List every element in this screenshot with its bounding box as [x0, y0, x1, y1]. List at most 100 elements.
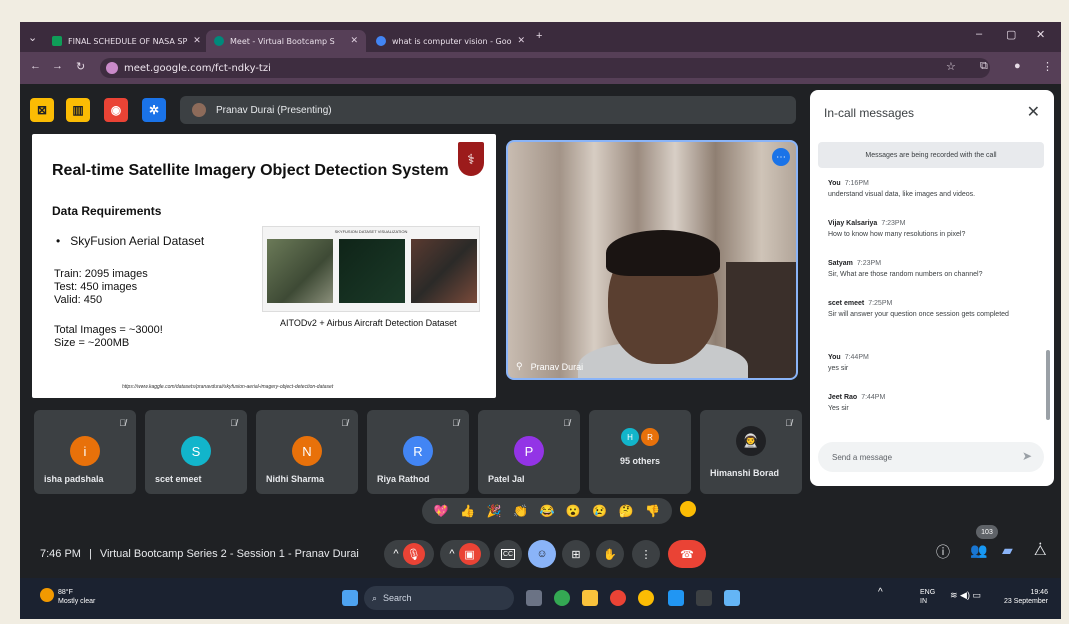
more-options-button[interactable]: ⋮: [632, 540, 660, 568]
tab-search-icon[interactable]: ⌄: [28, 31, 37, 44]
close-panel-icon[interactable]: ✕: [1027, 102, 1040, 122]
extensions-icon[interactable]: ⧉: [980, 60, 988, 73]
record-icon[interactable]: ◉: [104, 98, 128, 122]
notepad-icon[interactable]: [724, 590, 740, 606]
clock-time: 19:46: [1030, 589, 1048, 596]
message-text: Sir will answer your question once sessi…: [828, 311, 1009, 318]
presenter-bar[interactable]: Pranav Durai (Presenting): [180, 96, 796, 124]
captions-button[interactable]: CC: [494, 540, 522, 568]
address-bar-row: ← → ↻ meet.google.com/fct-ndky-tzi ☆ ⧉ ●…: [20, 52, 1061, 84]
activities-icon[interactable]: ⧊: [1034, 542, 1047, 559]
pin-icon: ⚲: [516, 361, 523, 371]
back-icon[interactable]: ←: [30, 60, 41, 72]
stop-presenting-icon[interactable]: ⊠: [30, 98, 54, 122]
meeting-details-icon[interactable]: ⓘ: [936, 542, 950, 562]
speaker-video-tile[interactable]: ⋯ ⚲ Pranav Durai: [506, 140, 798, 380]
participant-tile[interactable]: 🎙̸ i isha padshala: [34, 410, 136, 494]
reaction-thumbs-up[interactable]: 👍: [460, 504, 475, 518]
send-icon[interactable]: ➤: [1022, 449, 1032, 463]
mic-toggle-button[interactable]: ^ 🎙: [384, 540, 434, 568]
meet-icon: [214, 36, 224, 46]
vscode-icon[interactable]: [668, 590, 684, 606]
menu-icon[interactable]: ⋮: [1042, 60, 1053, 73]
reaction-clap[interactable]: 👏: [513, 504, 528, 518]
close-tab-icon[interactable]: ✕: [193, 36, 201, 46]
participant-tile[interactable]: 🎙̸ R Riya Rathod: [367, 410, 469, 494]
reaction-heart[interactable]: 💖: [434, 504, 449, 518]
message-text: yes sir: [828, 365, 849, 372]
camera-toggle-button[interactable]: ^ ▣: [440, 540, 490, 568]
chat-icon[interactable]: ▰: [1002, 542, 1013, 559]
language-indicator[interactable]: ENG IN: [920, 588, 935, 606]
participant-tile[interactable]: 🎙̸ 👨‍🚀 Himanshi Borad: [700, 410, 802, 494]
sender: You: [828, 180, 841, 187]
tile-options-icon[interactable]: ⋯: [772, 148, 790, 166]
chat-scrollbar[interactable]: [1046, 350, 1050, 420]
terminal-icon[interactable]: [696, 590, 712, 606]
network-volume-battery-icons[interactable]: ≋ ◀) ▭: [950, 591, 981, 600]
chrome-profile-icon[interactable]: [610, 590, 626, 606]
file-explorer-icon[interactable]: [582, 590, 598, 606]
participant-avatar: i: [70, 436, 100, 466]
slide-bullet: • SkyFusion Aerial Dataset: [56, 234, 205, 248]
camera-off-icon: ▣: [458, 543, 481, 565]
chevron-up-icon[interactable]: ^: [449, 548, 454, 560]
minimize-icon[interactable]: –: [976, 28, 982, 40]
chat-message: Satyam 7:23PM Sir, What are those random …: [828, 258, 1038, 280]
close-tab-icon[interactable]: ✕: [350, 36, 358, 46]
reaction-thinking[interactable]: 🤔: [619, 504, 634, 518]
leave-call-button[interactable]: ☎: [668, 540, 706, 568]
tab-meet[interactable]: Meet - Virtual Bootcamp S ✕: [206, 30, 366, 52]
chevron-up-icon[interactable]: ^: [393, 548, 398, 560]
reaction-party[interactable]: 🎉: [487, 504, 502, 518]
url-field[interactable]: meet.google.com/fct-ndky-tzi: [100, 58, 990, 78]
browser-tab-bar: ⌄ FINAL SCHEDULE OF NASA SP ✕ Meet - Vir…: [20, 22, 1061, 52]
new-tab-button[interactable]: +: [536, 30, 542, 42]
reaction-thumbs-down[interactable]: 👎: [645, 504, 660, 518]
task-view-icon[interactable]: [526, 590, 542, 606]
chrome-icon[interactable]: [554, 590, 570, 606]
chrome-active-icon[interactable]: [638, 590, 654, 606]
others-tile[interactable]: H R 95 others: [589, 410, 691, 494]
timestamp: 7:23PM: [881, 220, 906, 227]
windows-start-icon[interactable]: [342, 590, 358, 606]
message-text: Sir, What are those random numbers on ch…: [828, 271, 983, 278]
tab-google[interactable]: what is computer vision - Goo ✕: [368, 30, 528, 52]
reaction-sad[interactable]: 😢: [592, 504, 607, 518]
tab-sheets[interactable]: FINAL SCHEDULE OF NASA SP ✕: [44, 30, 204, 52]
reaction-surprised[interactable]: 😮: [566, 504, 581, 518]
people-icon[interactable]: 👥: [970, 542, 987, 559]
reload-icon[interactable]: ↻: [76, 60, 85, 73]
emoji-button[interactable]: ☺: [528, 540, 556, 568]
sender: Jeet Rao: [828, 394, 858, 401]
system-clock[interactable]: 19:46 23 September: [1004, 588, 1048, 606]
maximize-icon[interactable]: ▢: [1006, 28, 1016, 41]
weather-widget[interactable]: 88°F Mostly clear: [40, 588, 95, 606]
image-caption: AITODv2 + Airbus Aircraft Detection Data…: [280, 318, 457, 328]
taskbar-search[interactable]: ⌕ Search: [364, 586, 514, 610]
astronaut-avatar-icon: 👨‍🚀: [736, 426, 766, 456]
participant-tile[interactable]: 🎙̸ P Patel Jal: [478, 410, 580, 494]
bookmark-star-icon[interactable]: ☆: [946, 60, 956, 73]
send-message-input[interactable]: Send a message ➤: [818, 442, 1044, 472]
site-info-icon[interactable]: [106, 62, 118, 74]
participant-avatar: R: [403, 436, 433, 466]
tray-chevron-icon[interactable]: ^: [878, 588, 883, 598]
forward-icon[interactable]: →: [52, 60, 63, 72]
recording-notice: Messages are being recorded with the cal…: [818, 142, 1044, 168]
participant-tile[interactable]: 🎙̸ S scet emeet: [145, 410, 247, 494]
close-tab-icon[interactable]: ✕: [518, 36, 526, 46]
reaction-laugh[interactable]: 😂: [539, 504, 554, 518]
raise-hand-button[interactable]: ✋: [596, 540, 624, 568]
participant-name: isha padshala: [44, 474, 104, 484]
ship-sample-image: [339, 239, 405, 303]
layout-icon[interactable]: ▥: [66, 98, 90, 122]
profile-avatar[interactable]: ●: [1014, 60, 1021, 72]
present-button[interactable]: ⊞: [562, 540, 590, 568]
chat-message: You 7:16PM understand visual data, like i…: [828, 178, 1038, 200]
effects-icon[interactable]: ✲: [142, 98, 166, 122]
participant-tile[interactable]: 🎙̸ N Nidhi Sharma: [256, 410, 358, 494]
close-window-icon[interactable]: ✕: [1036, 28, 1045, 41]
chat-message: scet emeet 7:25PM Sir will answer your qu…: [828, 298, 1038, 320]
skin-tone-icon[interactable]: [680, 501, 696, 517]
